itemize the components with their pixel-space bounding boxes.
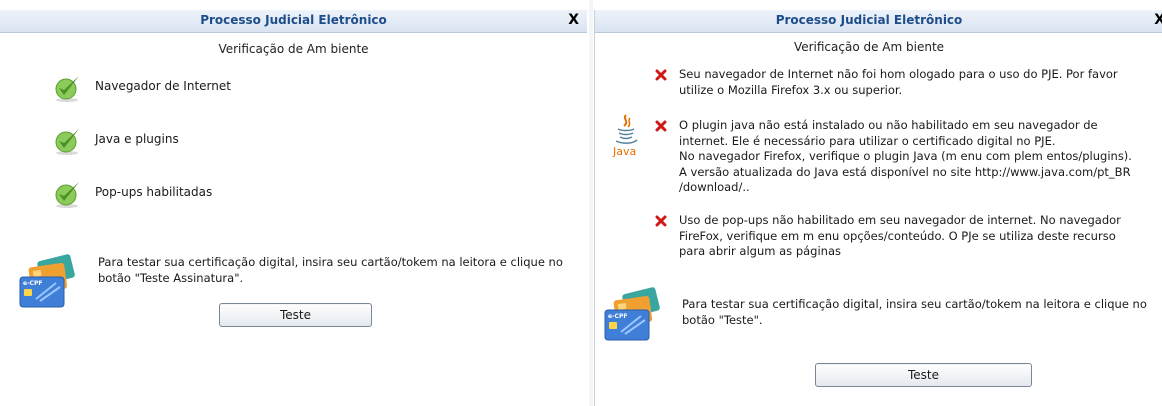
green-check-icon [55,129,79,155]
red-x-icon [655,69,667,81]
right-close-button[interactable]: X [1154,12,1162,28]
error-message: Uso de pop-ups não habilitado em seu nav… [679,213,1162,260]
red-x-icon [655,215,667,227]
cert-text-line: Para testar sua certificação digital, in… [98,255,563,269]
red-x-icon [655,120,667,132]
error-line: /download/.. [679,180,750,194]
left-titlebar: Processo Judicial Eletrônico X [0,10,587,33]
error-line: Uso de pop-ups não habilitado em seu nav… [679,213,1121,227]
check-label: Navegador de Internet [95,79,231,93]
green-check-icon [55,182,79,208]
check-label: Java e plugins [95,132,179,146]
smart-card-icon: e-CPF [604,287,660,341]
error-line: utilize o Mozilla Firefox 3.x ou superio… [679,82,903,97]
cert-text-line: botão "Teste". [682,313,763,327]
java-logo-icon: Java [612,114,638,157]
right-titlebar: Processo Judicial Eletrônico X [595,10,1162,33]
left-cert-text: Para testar sua certificação digital, in… [98,254,578,286]
right-subtitle: Verificação de Am biente [793,40,945,54]
right-panel-title: Processo Judicial Eletrônico [775,13,963,27]
green-check-icon [55,76,79,102]
left-subtitle: Verificação de Am biente [218,42,369,56]
card-brand-text: e-CPF [608,313,627,320]
cert-text-line: Para testar sua certificação digital, in… [682,297,1147,311]
right-cert-text: Para testar sua certificação digital, in… [682,296,1157,328]
error-line: A versão atualizada do Java está disponí… [679,164,1131,179]
left-panel: Processo Judicial Eletrônico X Verificaç… [0,10,587,406]
error-message: Seu navegador de Internet não foi hom ol… [679,67,1162,98]
error-message: O plugin java não está instalado ou não … [679,118,1162,196]
left-panel-title: Processo Judicial Eletrônico [200,13,387,27]
check-label: Pop-ups habilitadas [95,185,213,199]
cert-text-line: botão "Teste Assinatura". [98,271,244,285]
smart-card-icon: e-CPF [19,254,75,308]
teste-assinatura-button[interactable]: Teste [219,303,372,327]
right-panel: Processo Judicial Eletrônico X Verificaç… [594,10,1162,406]
error-line: No navegador Firefox, verifique o plugin… [679,149,1132,163]
card-brand-text: e-CPF [23,280,42,287]
teste-button[interactable]: Teste [815,363,1032,387]
error-line: O plugin java não está instalado ou não … [679,118,1098,132]
panel-divider [589,0,593,406]
error-line: FireFox, verifique em m enu opções/conte… [679,228,1116,243]
error-line: para abrir algum as páginas [679,244,841,258]
error-line: internet. Ele é necessário para utilizar… [679,133,1056,148]
error-line: Seu navegador de Internet não foi hom ol… [679,67,1118,81]
java-logo-text: Java [612,145,636,157]
